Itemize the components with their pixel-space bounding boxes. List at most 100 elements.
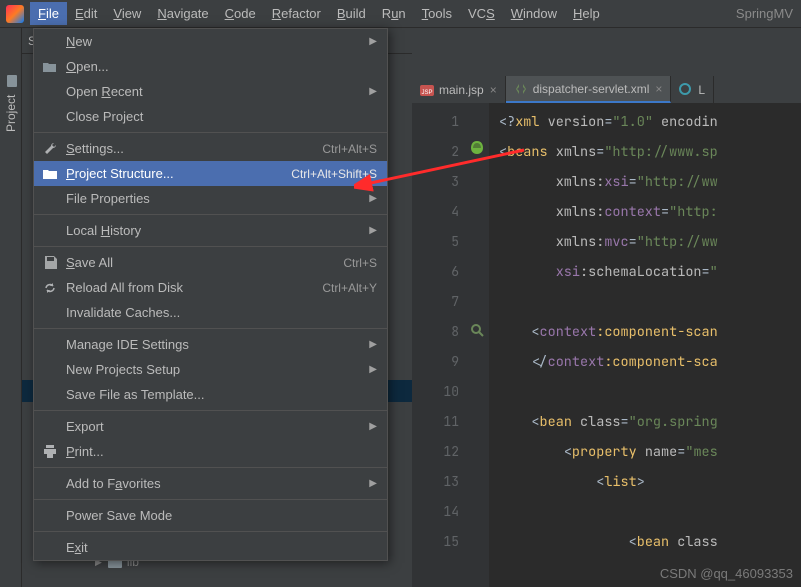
menu-edit[interactable]: Edit [67, 2, 105, 25]
new-projects-setup-label: New Projects Setup [66, 362, 363, 377]
tab-dispatcher-servlet[interactable]: dispatcher-servlet.xml × [506, 76, 672, 103]
editor-tabs: JSP main.jsp × dispatcher-servlet.xml × … [412, 75, 801, 103]
menu-run-hotkey: u [391, 6, 398, 21]
save-as-template-label: Save File as Template... [66, 387, 377, 402]
blank-icon [42, 508, 58, 524]
app-icon [6, 5, 24, 23]
menu-project-structure[interactable]: Project Structure... Ctrl+Alt+Shift+S [34, 161, 387, 186]
blank-icon [42, 109, 58, 125]
jsp-icon: JSP [420, 83, 434, 97]
menu-power-save-mode[interactable]: Power Save Mode [34, 503, 387, 528]
menu-add-to-favorites[interactable]: Add to Favorites ▶ [34, 471, 387, 496]
blank-icon [42, 337, 58, 353]
power-save-label: Power Save Mode [66, 508, 377, 523]
svg-text:JSP: JSP [421, 90, 432, 96]
manage-ide-label: Manage IDE Settings [66, 337, 363, 352]
menu-help[interactable]: Help [565, 2, 608, 25]
submenu-arrow-icon: ▶ [369, 421, 377, 432]
wrench-icon [42, 141, 58, 157]
tab-main-jsp[interactable]: JSP main.jsp × [412, 76, 506, 103]
folder-icon [42, 166, 58, 182]
menu-file-hotkey: F [38, 6, 46, 21]
submenu-arrow-icon: ▶ [369, 36, 377, 47]
menu-view-hotkey: V [113, 6, 121, 21]
menu-open[interactable]: Open... [34, 54, 387, 79]
submenu-arrow-icon: ▶ [369, 225, 377, 236]
separator [34, 132, 387, 133]
circle-icon [679, 83, 693, 97]
blank-icon [42, 362, 58, 378]
xml-icon [514, 82, 528, 96]
line-number-gutter: 123456789101112131415 [412, 103, 467, 587]
menu-exit[interactable]: Exit [34, 535, 387, 560]
submenu-arrow-icon: ▶ [369, 478, 377, 489]
blank-icon [42, 476, 58, 492]
menu-code-hotkey: C [225, 6, 234, 21]
menu-reload-all[interactable]: Reload All from Disk Ctrl+Alt+Y [34, 275, 387, 300]
menu-print[interactable]: Print... [34, 439, 387, 464]
reload-icon [42, 280, 58, 296]
tab-other[interactable]: L [671, 76, 714, 103]
menu-edit-hotkey: E [75, 6, 84, 21]
close-project-label: Close Project [66, 109, 377, 124]
tab-dispatcher-servlet-label: dispatcher-servlet.xml [533, 82, 650, 96]
menu-manage-ide-settings[interactable]: Manage IDE Settings ▶ [34, 332, 387, 357]
left-tool-strip: Project [0, 28, 22, 587]
menu-build[interactable]: Build [329, 2, 374, 25]
menu-view[interactable]: View [105, 2, 149, 25]
menu-save-all[interactable]: Save All Ctrl+S [34, 250, 387, 275]
menu-refactor[interactable]: Refactor [264, 2, 329, 25]
menu-close-project[interactable]: Close Project [34, 104, 387, 129]
menu-refactor-hotkey: R [272, 6, 281, 21]
separator [34, 410, 387, 411]
folder-icon [7, 75, 17, 87]
file-properties-label: File Properties [66, 191, 363, 206]
close-icon[interactable]: × [655, 82, 662, 96]
close-icon[interactable]: × [490, 83, 497, 97]
menu-code[interactable]: Code [217, 2, 264, 25]
menu-invalidate-caches[interactable]: Invalidate Caches... [34, 300, 387, 325]
submenu-arrow-icon: ▶ [369, 364, 377, 375]
menu-save-file-as-template[interactable]: Save File as Template... [34, 382, 387, 407]
blank-icon [42, 34, 58, 50]
menu-export[interactable]: Export ▶ [34, 414, 387, 439]
magnify-icon[interactable] [470, 323, 484, 337]
menu-window[interactable]: Window [503, 2, 565, 25]
project-tool-button[interactable]: Project [2, 69, 20, 138]
gutter-icons [467, 103, 489, 587]
menu-vcs[interactable]: VCS [460, 2, 503, 25]
menu-window-hotkey: W [511, 6, 523, 21]
code-editor[interactable]: 123456789101112131415 <?xml version="1.0… [412, 103, 801, 587]
menu-build-hotkey: B [337, 6, 346, 21]
reload-all-shortcut: Ctrl+Alt+Y [322, 281, 377, 295]
code-content[interactable]: <?xml version="1.0" encodin<beans xmlns=… [489, 103, 801, 587]
menu-navigate[interactable]: Navigate [149, 2, 216, 25]
menubar: File Edit View Navigate Code Refactor Bu… [0, 0, 801, 28]
export-label: Export [66, 419, 363, 434]
blank-icon [42, 305, 58, 321]
menu-run[interactable]: Run [374, 2, 414, 25]
project-tool-label: Project [4, 95, 18, 132]
spring-bean-icon[interactable] [470, 141, 484, 155]
menu-new-projects-setup[interactable]: New Projects Setup ▶ [34, 357, 387, 382]
menu-file-properties[interactable]: File Properties ▶ [34, 186, 387, 211]
invalidate-caches-label: Invalidate Caches... [66, 305, 377, 320]
menu-settings[interactable]: Settings... Ctrl+Alt+S [34, 136, 387, 161]
separator [34, 328, 387, 329]
separator [34, 214, 387, 215]
print-icon [42, 444, 58, 460]
menu-help-hotkey: H [573, 6, 582, 21]
folder-open-icon [42, 59, 58, 75]
menu-open-recent[interactable]: Open Recent ▶ [34, 79, 387, 104]
submenu-arrow-icon: ▶ [369, 193, 377, 204]
tab-other-label: L [698, 83, 705, 97]
menu-local-history[interactable]: Local History ▶ [34, 218, 387, 243]
separator [34, 467, 387, 468]
menu-tools[interactable]: Tools [414, 2, 460, 25]
blank-icon [42, 387, 58, 403]
menu-navigate-hotkey: N [157, 6, 166, 21]
file-menu-dropdown: New ▶ Open... Open Recent ▶ Close Projec… [33, 28, 388, 561]
settings-shortcut: Ctrl+Alt+S [322, 142, 377, 156]
menu-new[interactable]: New ▶ [34, 29, 387, 54]
menu-file[interactable]: File [30, 2, 67, 25]
